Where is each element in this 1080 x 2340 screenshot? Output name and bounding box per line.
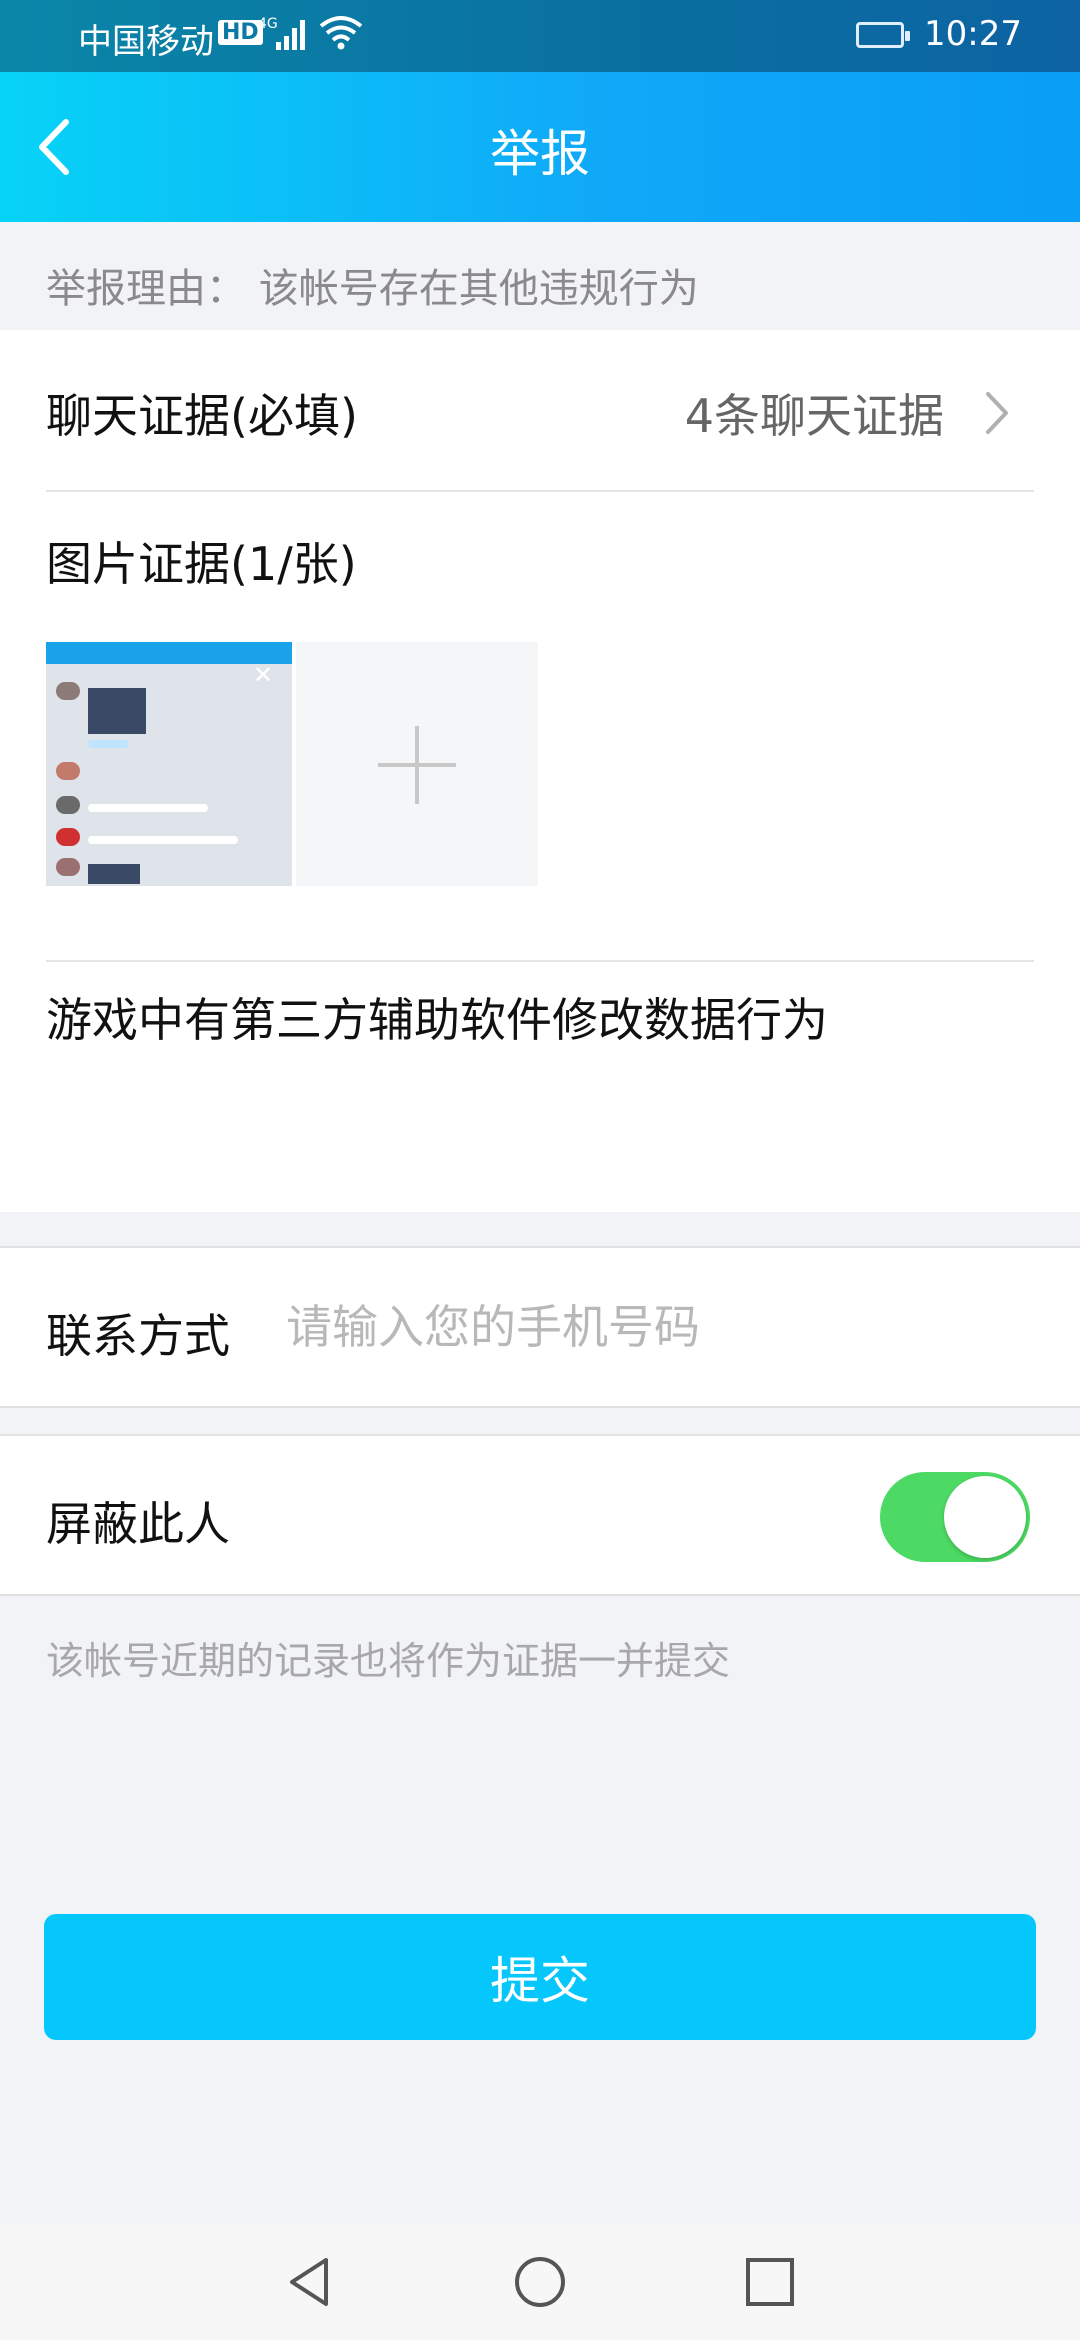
signal-icon: 4G — [258, 14, 308, 63]
square-recents-icon — [746, 2258, 794, 2306]
chat-evidence-row[interactable]: 聊天证据(必填) 4条聊天证据 — [46, 330, 1034, 492]
add-image-button[interactable] — [296, 642, 538, 886]
evidence-note: 该帐号近期的记录也将作为证据一并提交 — [46, 1639, 731, 1683]
page-title: 举报 — [490, 125, 590, 183]
remove-image-icon[interactable]: ✕ — [250, 662, 276, 688]
block-user-label: 屏蔽此人 — [46, 1497, 230, 1551]
chevron-right-icon — [986, 392, 1008, 434]
report-description[interactable]: 游戏中有第三方辅助软件修改数据行为 — [46, 984, 828, 1050]
submit-button[interactable]: 提交 — [44, 1914, 1036, 2040]
status-bar: 中国移动 HD 4G 10:27 — [0, 0, 1080, 72]
evidence-card: 聊天证据(必填) 4条聊天证据 图片证据(1/张) ✕ 游戏中有第三方辅助软件修… — [0, 330, 1080, 1212]
back-nav-button[interactable] — [280, 2252, 340, 2312]
chat-evidence-count: 4条聊天证据 — [684, 389, 944, 443]
report-reason: 举报理由： 该帐号存在其他违规行为 — [46, 266, 699, 312]
system-navigation-bar — [0, 2224, 1080, 2340]
triangle-back-icon — [290, 2258, 328, 2306]
hd-badge: HD — [218, 20, 263, 45]
evidence-image-thumbnail[interactable]: ✕ — [46, 642, 292, 886]
block-user-toggle[interactable] — [880, 1472, 1030, 1562]
circle-home-icon — [515, 2257, 565, 2307]
carrier-name: 中国移动 — [78, 22, 214, 62]
header-bar: 举报 — [0, 72, 1080, 222]
block-user-row: 屏蔽此人 — [0, 1434, 1080, 1596]
plus-icon — [378, 726, 456, 804]
svg-text:4G: 4G — [258, 16, 278, 32]
contact-row: 联系方式 — [0, 1246, 1080, 1408]
divider — [46, 960, 1034, 962]
chat-evidence-label: 聊天证据(必填) — [46, 389, 358, 443]
image-evidence-label: 图片证据(1/张) — [46, 537, 357, 591]
phone-input[interactable] — [284, 1288, 1028, 1366]
clock: 10:27 — [924, 14, 1022, 54]
home-nav-button[interactable] — [510, 2252, 570, 2312]
wifi-icon — [318, 12, 364, 61]
contact-label: 联系方式 — [46, 1309, 230, 1363]
recents-nav-button[interactable] — [740, 2252, 800, 2312]
battery-icon — [856, 22, 910, 48]
toggle-knob — [944, 1476, 1026, 1558]
